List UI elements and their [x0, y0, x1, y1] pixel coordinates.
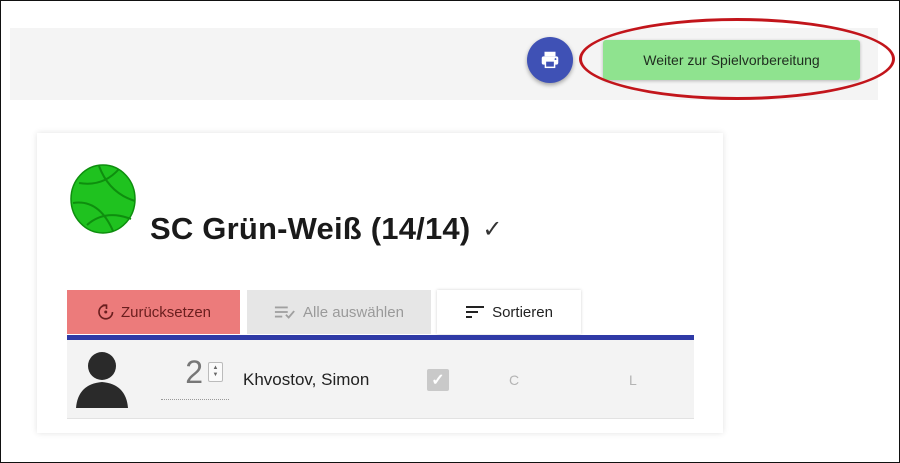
team-name: SC Grün-Weiß (14/14): [150, 211, 471, 246]
sort-button[interactable]: Sortieren: [437, 290, 581, 334]
avatar-placeholder-icon: [76, 352, 128, 408]
number-stepper[interactable]: ▲ ▼: [208, 362, 223, 382]
reset-label: Zurücksetzen: [120, 303, 212, 321]
team-title: SC Grün-Weiß (14/14) ✓: [150, 205, 503, 253]
captain-toggle[interactable]: C: [509, 372, 519, 388]
jersey-number[interactable]: 2: [163, 354, 203, 391]
volleyball-icon: [70, 164, 136, 234]
stepper-down-icon: ▼: [212, 372, 219, 378]
player-name: Khvostov, Simon: [243, 370, 370, 389]
player-select-checkbox[interactable]: ✓: [427, 369, 449, 391]
reset-icon: [96, 303, 114, 321]
sort-label: Sortieren: [492, 303, 553, 321]
playlist-check-icon: [274, 304, 296, 320]
print-icon: [541, 51, 559, 69]
libero-toggle[interactable]: L: [629, 372, 637, 388]
next-to-match-preparation-button[interactable]: Weiter zur Spielvorbereitung: [603, 40, 860, 80]
next-button-label: Weiter zur Spielvorbereitung: [643, 52, 820, 68]
stepper-up-icon: ▲: [212, 365, 219, 371]
print-button[interactable]: [527, 37, 573, 83]
sort-icon: [465, 305, 485, 319]
reset-button[interactable]: Zurücksetzen: [67, 290, 240, 334]
select-all-label: Alle auswählen: [303, 303, 404, 321]
number-underline: [161, 399, 229, 400]
check-icon: ✓: [482, 215, 503, 243]
player-row[interactable]: 2 ▲ ▼ Khvostov, Simon ✓ C L: [67, 340, 694, 419]
select-all-button[interactable]: Alle auswählen: [247, 290, 431, 334]
